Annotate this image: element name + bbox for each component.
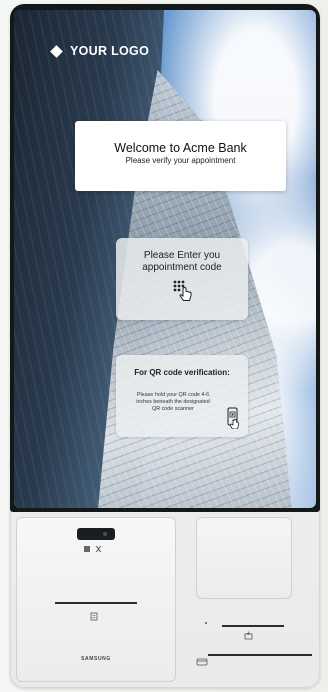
qr-verification-title: For QR code verification:	[134, 368, 230, 377]
bottom-dispenser-slot[interactable]	[208, 654, 312, 656]
kiosk-lower-left-panel: SAMSUNG	[16, 517, 176, 682]
screen-bezel: YOUR LOGO Welcome to Acme Bank Please ve…	[10, 4, 320, 512]
welcome-title: Welcome to Acme Bank	[114, 141, 247, 155]
welcome-subtitle: Please verify your appointment	[125, 156, 236, 165]
kiosk-screen: YOUR LOGO Welcome to Acme Bank Please ve…	[14, 10, 316, 508]
card-insert-icon	[244, 631, 253, 640]
qr-verification-card: For QR code verification: Please hold yo…	[116, 355, 248, 437]
receipt-icon	[90, 612, 98, 621]
phone-qr-icon	[227, 407, 239, 429]
kiosk-card-reader-panel	[196, 517, 292, 599]
keypad-touch-icon	[173, 280, 192, 301]
welcome-card: Welcome to Acme Bank Please verify your …	[75, 121, 286, 191]
qr-instructions: Please hold your QR code 4-6 inches bene…	[136, 392, 210, 412]
enter-appointment-code-button[interactable]: Please Enter you appointment code	[116, 238, 248, 320]
appointment-code-label: Please Enter you appointment code	[116, 250, 248, 273]
brand-logo: YOUR LOGO	[50, 44, 150, 58]
camera-module	[77, 528, 115, 540]
card-reader-slot[interactable]	[222, 625, 284, 627]
brand-label: SAMSUNG	[81, 656, 111, 662]
appointment-code-line2: appointment code	[142, 261, 222, 273]
appointment-code-line1: Please Enter you	[143, 250, 221, 261]
indicator-dot	[205, 622, 207, 624]
nfc-icon	[84, 545, 102, 553]
diamond-icon	[50, 44, 63, 58]
logo-text: YOUR LOGO	[70, 44, 150, 58]
receipt-printer-slot[interactable]	[55, 602, 137, 604]
camera-lens	[103, 532, 107, 536]
card-icon	[196, 658, 208, 666]
